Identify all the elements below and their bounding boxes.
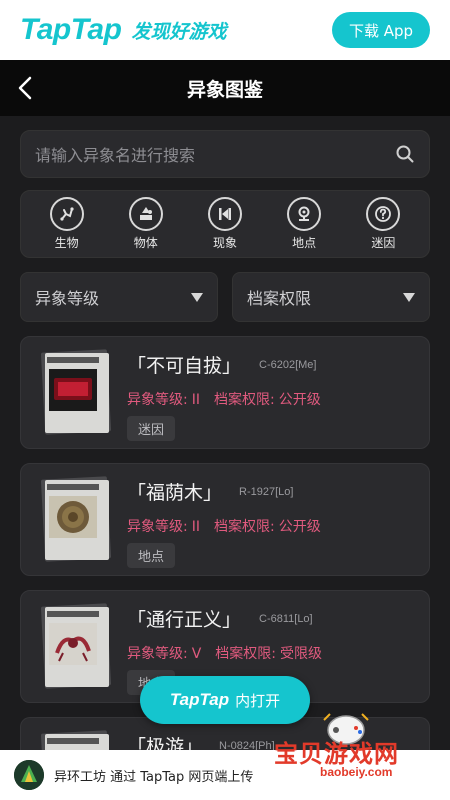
anomaly-code: R-1927[Lo]	[239, 486, 294, 498]
watermark-url: baobeiy.com	[320, 765, 393, 779]
access-label: 档案权限:	[213, 392, 275, 408]
level-filter-dropdown[interactable]: 异象等级	[20, 272, 218, 322]
category-tag: 迷因	[127, 416, 176, 441]
category-label: 生物	[54, 236, 79, 250]
level-value: II	[191, 392, 200, 408]
open-button-brand: TapTap	[169, 690, 230, 709]
anomaly-code: C-6811[Lo]	[259, 613, 313, 625]
open-in-taptap-button[interactable]: TapTap 内打开	[140, 676, 310, 724]
object-icon	[128, 197, 163, 231]
filter-label: 档案权限	[247, 289, 312, 308]
category-label: 物体	[133, 236, 158, 250]
search-input[interactable]: 请输入异象名进行搜索	[35, 142, 395, 166]
back-arrow-icon[interactable]	[14, 74, 38, 102]
caret-down-icon	[191, 292, 203, 302]
filter-row: 异象等级 档案权限	[20, 272, 430, 324]
category-label: 地点	[292, 236, 317, 250]
access-label: 档案权限:	[215, 646, 277, 662]
anomaly-code: C-6202[Me]	[259, 359, 317, 371]
category-phenomenon[interactable]: 现象	[195, 197, 255, 251]
access-filter-dropdown[interactable]: 档案权限	[232, 272, 430, 322]
anomaly-card[interactable]: 「不可自拔」 C-6202[Me] 异象等级: II 档案权限: 公开级 迷因	[20, 336, 430, 449]
level-label: 异象等级:	[127, 392, 188, 408]
level-value: V	[191, 646, 202, 662]
access-value: 公开级	[278, 519, 321, 535]
anomaly-info: 异象等级: V 档案权限: 受限级	[127, 643, 326, 663]
brand-bar: TapTap 发现好游戏 下载 App	[0, 0, 450, 60]
category-tag: 地点	[127, 543, 176, 568]
caret-down-icon	[403, 292, 415, 302]
anomaly-info: 异象等级: II 档案权限: 公开级	[127, 516, 325, 536]
anomaly-info: 异象等级: II 档案权限: 公开级	[127, 389, 325, 409]
search-icon[interactable]	[395, 144, 415, 164]
avatar[interactable]	[14, 760, 44, 790]
category-location[interactable]: 地点	[274, 197, 334, 251]
phenomenon-icon	[207, 197, 242, 231]
page-header: 异象图鉴	[0, 60, 450, 116]
category-meme[interactable]: 迷因	[353, 197, 413, 251]
meme-icon	[366, 197, 401, 231]
access-label: 档案权限:	[213, 519, 275, 535]
anomaly-title: 「福荫木」	[127, 482, 223, 504]
anomaly-thumbnail	[40, 603, 113, 689]
category-label: 迷因	[371, 236, 396, 250]
location-icon	[287, 197, 322, 231]
watermark-text: 宝贝游戏网	[274, 740, 399, 768]
level-label: 异象等级:	[127, 519, 188, 535]
category-creature[interactable]: 生物	[37, 197, 97, 251]
page-title: 异象图鉴	[186, 78, 263, 101]
access-value: 受限级	[280, 646, 323, 662]
anomaly-title: 「不可自拔」	[127, 355, 242, 377]
open-button-label: 内打开	[235, 691, 281, 710]
filter-label: 异象等级	[35, 289, 100, 308]
level-label: 异象等级:	[127, 646, 188, 662]
anomaly-card[interactable]: 「福荫木」 R-1927[Lo] 异象等级: II 档案权限: 公开级 地点	[20, 463, 430, 576]
category-object[interactable]: 物体	[116, 197, 176, 251]
download-app-button[interactable]: 下载 App	[332, 12, 430, 48]
footer-upload-text: 异环工坊 通过 TapTap 网页端上传	[54, 769, 254, 785]
anomaly-title: 「通行正义」	[127, 609, 242, 631]
brand-slogan: 发现好游戏	[131, 20, 227, 43]
anomaly-thumbnail	[40, 349, 113, 435]
access-value: 公开级	[278, 392, 321, 408]
anomaly-thumbnail	[40, 476, 113, 562]
search-bar[interactable]: 请输入异象名进行搜索	[20, 130, 430, 178]
creature-icon	[49, 197, 84, 231]
main-content: 请输入异象名进行搜索 生物 物体 现象 地点 迷因 异象等级 档案权限 「不可自…	[0, 116, 450, 777]
category-bar: 生物 物体 现象 地点 迷因	[20, 190, 430, 258]
taptap-logo[interactable]: TapTap	[20, 13, 122, 47]
category-label: 现象	[212, 236, 237, 250]
level-value: II	[191, 519, 200, 535]
